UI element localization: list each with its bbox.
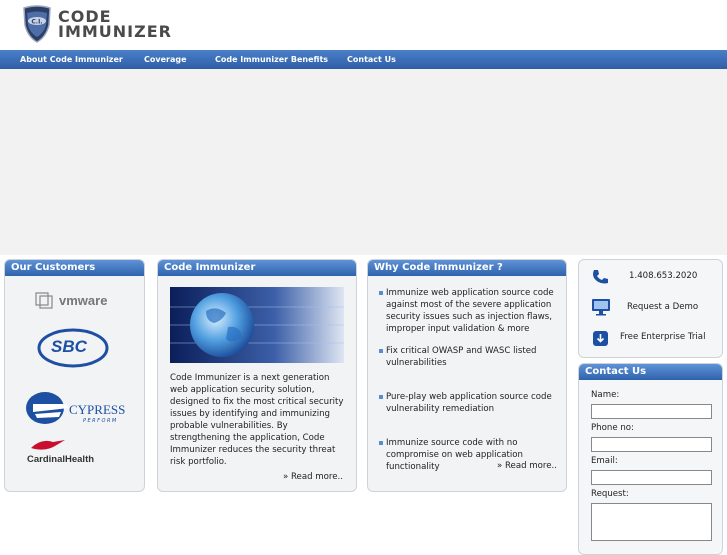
why-read-more-link[interactable]: » Read more.. — [497, 461, 557, 471]
vmware-text: vmware — [59, 293, 108, 308]
nav-contact[interactable]: Contact Us — [347, 50, 396, 69]
cypress-text: CYPRESS — [69, 402, 126, 417]
why-point-3: Pure-play web application source code vu… — [386, 392, 552, 414]
vmware-squares-icon — [35, 292, 53, 309]
monitor-icon — [592, 299, 610, 316]
phone-icon — [593, 270, 608, 284]
why-panel: Why Code Immunizer ? Immunize web applic… — [367, 259, 567, 492]
free-trial-link[interactable]: Free Enterprise Trial — [620, 332, 705, 342]
globe-image — [170, 287, 344, 363]
why-title: Why Code Immunizer ? — [368, 260, 566, 276]
about-title: Code Immunizer — [158, 260, 356, 276]
nav-about[interactable]: About Code Immunizer — [20, 50, 123, 69]
about-read-more-link[interactable]: » Read more.. — [283, 472, 343, 482]
phone-label: Phone no: — [591, 423, 634, 433]
logo-badge-text: C.I. — [31, 19, 42, 26]
email-label: Email: — [591, 456, 618, 466]
cardinal-health-text: CardinalHealth — [27, 454, 95, 465]
customers-panel: Our Customers vmware SBC CYPRESS PERFORM… — [4, 259, 145, 492]
hero-banner — [0, 69, 727, 255]
cardinal-bird-icon — [31, 440, 65, 450]
vmware-logo[interactable]: vmware — [35, 292, 125, 310]
bullet-icon — [379, 349, 383, 353]
about-body: Code Immunizer is a next generation web … — [170, 373, 344, 467]
sbc-text: SBC — [51, 337, 87, 356]
why-point-2: Fix critical OWASP and WASC listed vulne… — [386, 346, 537, 368]
about-panel: Code Immunizer Code Immunizer is a next … — [157, 259, 357, 492]
name-field[interactable] — [591, 404, 712, 419]
sbc-logo[interactable]: SBC — [37, 328, 109, 368]
header: C.I. CODE IMMUNIZER — [0, 0, 727, 50]
shield-logo-icon[interactable]: C.I. — [22, 5, 52, 43]
name-label: Name: — [591, 390, 620, 400]
phone-field[interactable] — [591, 437, 712, 452]
request-demo-link[interactable]: Request a Demo — [627, 302, 698, 312]
cypress-perform-text: PERFORM — [83, 418, 118, 424]
main-nav: About Code Immunizer Coverage Code Immun… — [0, 50, 727, 69]
download-icon — [593, 331, 608, 346]
nav-benefits[interactable]: Code Immunizer Benefits — [215, 50, 328, 69]
bullet-icon — [379, 395, 383, 399]
phone-number[interactable]: 1.408.653.2020 — [629, 271, 697, 281]
request-label: Request: — [591, 489, 629, 499]
cypress-tree-icon — [26, 392, 69, 424]
cypress-logo[interactable]: CYPRESS PERFORM — [25, 390, 131, 430]
contact-panel: Contact Us Name: Phone no: Email: Reques… — [578, 363, 723, 555]
bullet-icon — [379, 441, 383, 445]
request-textarea[interactable] — [591, 503, 712, 541]
customers-title: Our Customers — [5, 260, 144, 276]
nav-coverage[interactable]: Coverage — [144, 50, 187, 69]
why-point-1: Immunize web application source code aga… — [386, 288, 554, 334]
quick-links-panel: 1.408.653.2020 Request a Demo Free Enter… — [578, 259, 723, 358]
cardinal-health-logo[interactable]: CardinalHealth — [23, 438, 133, 468]
email-field[interactable] — [591, 470, 712, 485]
logo-line-immunizer[interactable]: IMMUNIZER — [58, 22, 172, 41]
contact-title: Contact Us — [579, 364, 722, 380]
bullet-icon — [379, 291, 383, 295]
